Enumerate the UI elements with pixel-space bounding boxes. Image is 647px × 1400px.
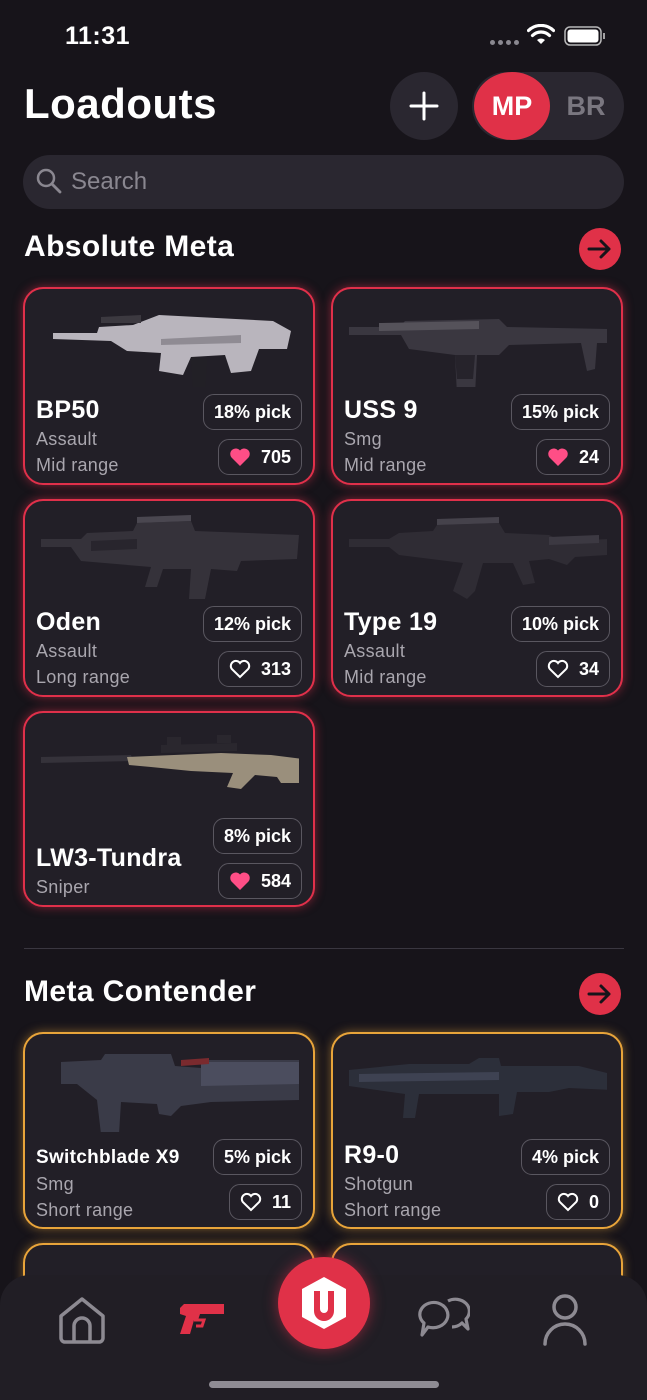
card-gun-name: Oden [36, 608, 102, 636]
pick-rate-badge: 5% pick [212, 1139, 302, 1175]
like-button[interactable]: 705 [217, 439, 302, 475]
type19-gun-image [349, 517, 607, 599]
loadout-card-lw3-tundra[interactable]: LW3-Tundra Sniper 8% pick 584 [23, 711, 315, 907]
search-icon [36, 168, 62, 194]
arrow-right-icon [587, 239, 611, 259]
like-button[interactable]: 34 [535, 651, 610, 687]
home-tab-icon[interactable] [57, 1296, 107, 1344]
heart-filled-icon [230, 448, 250, 466]
status-bar: 11:31 [0, 0, 647, 70]
card-gun-category: Assault [344, 641, 406, 661]
card-gun-category: Sniper [36, 877, 90, 897]
heart-outline-icon [547, 659, 569, 679]
heart-outline-icon [229, 659, 251, 679]
section-divider [24, 948, 624, 949]
bp50-gun-image [53, 315, 291, 387]
r9-0-gun-image [349, 1058, 607, 1118]
like-count: 24 [578, 446, 599, 467]
pick-rate-badge: 4% pick [520, 1139, 610, 1175]
lw3-tundra-gun-image [41, 735, 299, 789]
like-button[interactable]: 24 [535, 439, 610, 475]
loadout-card-bp50[interactable]: BP50 Assault Mid range 18% pick 705 [23, 287, 315, 485]
pick-rate-badge: 8% pick [212, 818, 302, 854]
card-gun-category: Smg [344, 429, 382, 449]
heart-outline-icon [240, 1192, 262, 1212]
heart-filled-icon [230, 872, 250, 890]
like-count: 584 [260, 870, 291, 891]
page-title: Loadouts [24, 80, 217, 127]
card-gun-category: Shotgun [344, 1174, 414, 1194]
card-gun-name: LW3-Tundra [36, 844, 182, 872]
pick-rate-badge: 18% pick [202, 394, 302, 430]
card-gun-category: Assault [36, 429, 98, 449]
loadout-card-switchblade-x9[interactable]: Switchblade X9 Smg Short range 5% pick 1… [23, 1032, 315, 1229]
card-gun-name: Type 19 [344, 608, 438, 636]
search-bar[interactable] [23, 155, 624, 209]
heart-outline-icon [557, 1192, 579, 1212]
uss9-gun-image [349, 319, 607, 387]
like-button[interactable]: 11 [228, 1184, 302, 1220]
logo-icon [302, 1277, 346, 1329]
app-center-button[interactable] [278, 1257, 370, 1349]
switchblade-x9-gun-image [61, 1054, 299, 1132]
card-gun-name: BP50 [36, 396, 100, 424]
signal-icon [490, 40, 519, 45]
loadout-card-r9-0[interactable]: R9-0 Shotgun Short range 4% pick 0 [331, 1032, 623, 1229]
mode-mp-option[interactable]: MP [474, 72, 550, 140]
pick-rate-badge: 15% pick [510, 394, 610, 430]
chat-tab-icon[interactable] [418, 1295, 470, 1345]
card-gun-category: Assault [36, 641, 98, 661]
section-title-meta-contender: Meta Contender [24, 975, 257, 1008]
home-indicator [209, 1381, 439, 1388]
loadout-card-uss9[interactable]: USS 9 Smg Mid range 15% pick 24 [331, 287, 623, 485]
mode-br-option[interactable]: BR [550, 72, 622, 140]
like-count: 11 [271, 1191, 291, 1212]
card-gun-category: Smg [36, 1174, 74, 1194]
pistol-tab-icon[interactable] [178, 1302, 228, 1336]
search-input[interactable] [71, 155, 611, 209]
card-gun-range: Long range [36, 667, 131, 687]
like-button[interactable]: 584 [217, 863, 302, 899]
wifi-icon [527, 24, 555, 44]
arrow-right-icon [587, 984, 611, 1004]
status-time: 11:31 [65, 22, 131, 50]
battery-icon [564, 26, 605, 46]
absolute-meta-see-all-button[interactable] [579, 228, 621, 270]
heart-filled-icon [548, 448, 568, 466]
card-gun-range: Short range [344, 1200, 442, 1220]
loadout-card-type19[interactable]: Type 19 Assault Mid range 10% pick 34 [331, 499, 623, 697]
oden-gun-image [41, 515, 299, 599]
card-gun-name: USS 9 [344, 396, 418, 424]
mode-toggle[interactable]: MP BR [472, 72, 624, 140]
meta-contender-see-all-button[interactable] [579, 973, 621, 1015]
like-count: 34 [578, 658, 599, 679]
card-gun-name: R9-0 [344, 1141, 400, 1169]
card-gun-range: Mid range [36, 455, 119, 475]
plus-icon [409, 91, 439, 121]
card-gun-name: Switchblade X9 [36, 1147, 180, 1168]
like-count: 0 [588, 1191, 599, 1212]
pick-rate-badge: 10% pick [510, 606, 610, 642]
add-loadout-button[interactable] [390, 72, 458, 140]
card-gun-range: Short range [36, 1200, 134, 1220]
like-button[interactable]: 0 [545, 1184, 610, 1220]
like-button[interactable]: 313 [217, 651, 302, 687]
like-count: 313 [260, 658, 291, 679]
section-title-absolute-meta: Absolute Meta [24, 230, 235, 263]
pick-rate-badge: 12% pick [202, 606, 302, 642]
card-gun-range: Mid range [344, 667, 427, 687]
card-gun-range: Mid range [344, 455, 427, 475]
like-count: 705 [260, 446, 291, 467]
loadout-card-oden[interactable]: Oden Assault Long range 12% pick 313 [23, 499, 315, 697]
profile-tab-icon[interactable] [542, 1292, 588, 1346]
